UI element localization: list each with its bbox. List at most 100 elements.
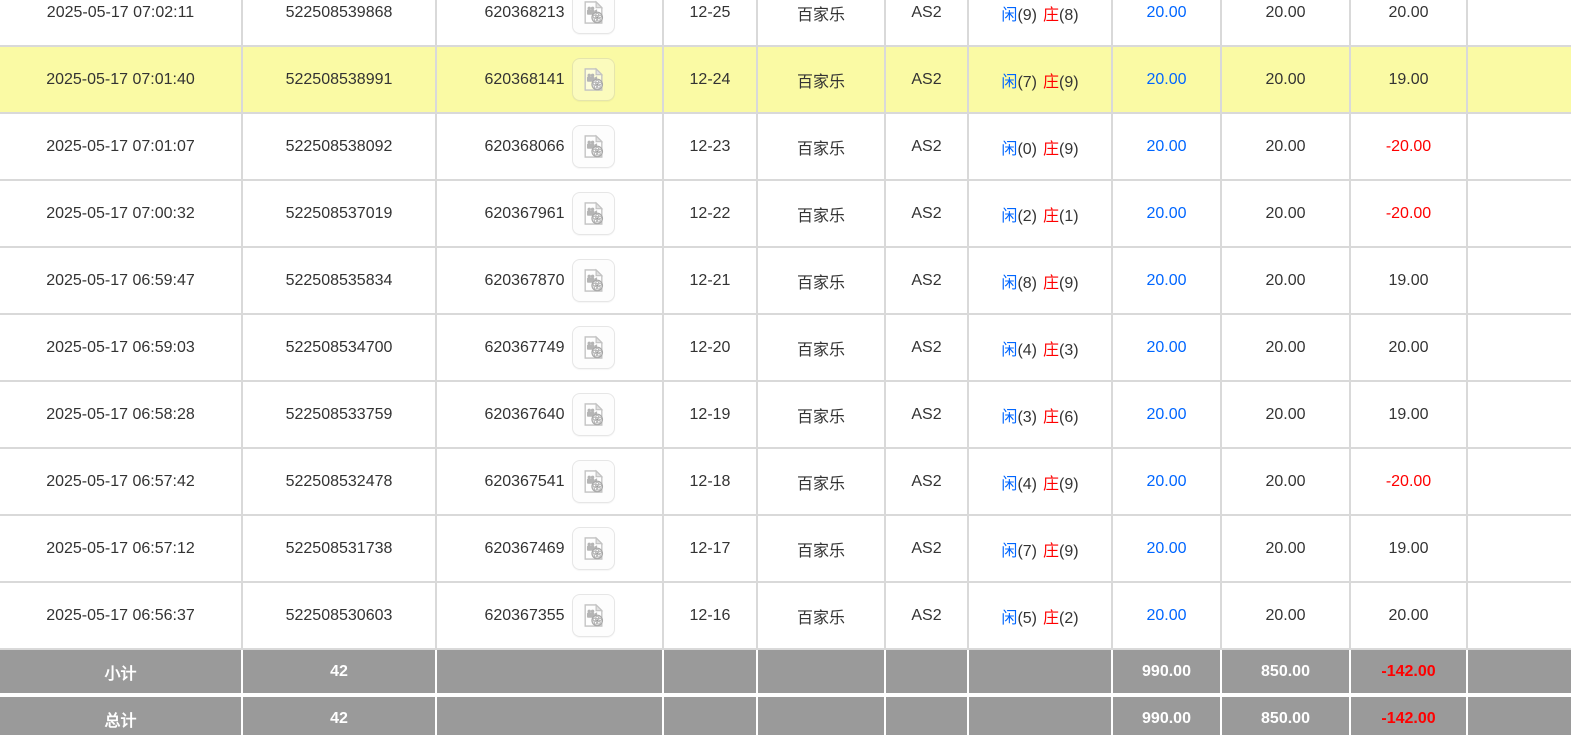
game-type: 百家乐 bbox=[758, 449, 886, 514]
player-label: 闲 bbox=[1001, 341, 1018, 359]
table-row[interactable]: 2025-05-17 06:57:42 522508532478 6203675… bbox=[0, 449, 1571, 516]
banker-result: 庄(1) bbox=[1043, 202, 1079, 226]
banker-label: 庄 bbox=[1043, 140, 1060, 158]
valid-amount: 20.00 bbox=[1222, 47, 1351, 112]
table-row[interactable]: 2025-05-17 07:01:40 522508538991 6203681… bbox=[0, 47, 1571, 114]
bet-amount-link[interactable]: 20.00 bbox=[1146, 339, 1186, 357]
banker-score: (6) bbox=[1059, 408, 1079, 426]
game-number: 620368066 bbox=[484, 137, 565, 155]
game-type: 百家乐 bbox=[758, 114, 886, 179]
table-code: AS2 bbox=[886, 315, 969, 380]
bet-number: 522508532478 bbox=[243, 449, 437, 514]
table-code: AS2 bbox=[886, 382, 969, 447]
game-number: 620367469 bbox=[484, 539, 565, 557]
grandtotal-valid-total: 850.00 bbox=[1222, 697, 1351, 735]
subtotal-empty-cell bbox=[969, 650, 1113, 693]
bet-amount-link[interactable]: 20.00 bbox=[1146, 138, 1186, 156]
table-row[interactable]: 2025-05-17 07:02:11 522508539868 6203682… bbox=[0, 0, 1571, 47]
video-replay-button[interactable] bbox=[571, 594, 615, 637]
game-result: 闲(8) 庄(9) bbox=[969, 248, 1113, 313]
bet-number: 522508530603 bbox=[243, 583, 437, 648]
bet-number: 522508535834 bbox=[243, 248, 437, 313]
table-row[interactable]: 2025-05-17 07:01:07 522508538092 6203680… bbox=[0, 114, 1571, 181]
game-number-cell: 620367749 bbox=[437, 315, 664, 380]
bet-time: 2025-05-17 06:57:12 bbox=[0, 516, 243, 581]
bet-amount-link[interactable]: 20.00 bbox=[1146, 607, 1186, 625]
game-number: 620367355 bbox=[484, 606, 565, 624]
game-number: 620367541 bbox=[484, 472, 565, 490]
grandtotal-empty-cell bbox=[664, 697, 758, 735]
banker-score: (2) bbox=[1059, 609, 1079, 627]
game-type: 百家乐 bbox=[758, 583, 886, 648]
video-replay-icon bbox=[584, 268, 603, 292]
player-label: 闲 bbox=[1001, 408, 1018, 426]
video-replay-button[interactable] bbox=[571, 192, 615, 235]
valid-amount: 20.00 bbox=[1222, 0, 1351, 45]
bet-amount-link[interactable]: 20.00 bbox=[1146, 71, 1186, 89]
winloss-amount: -20.00 bbox=[1351, 449, 1468, 514]
grandtotal-empty-cell bbox=[758, 697, 886, 735]
game-result: 闲(5) 庄(2) bbox=[969, 583, 1113, 648]
round-number: 12-19 bbox=[664, 382, 758, 447]
player-result: 闲(3) bbox=[1001, 403, 1037, 427]
winloss-amount: 20.00 bbox=[1351, 583, 1468, 648]
video-replay-button[interactable] bbox=[571, 393, 615, 436]
banker-result: 庄(3) bbox=[1043, 336, 1079, 360]
table-row[interactable]: 2025-05-17 06:59:47 522508535834 6203678… bbox=[0, 248, 1571, 315]
bet-time: 2025-05-17 06:59:47 bbox=[0, 248, 243, 313]
video-replay-button[interactable] bbox=[571, 527, 615, 570]
banker-result: 庄(9) bbox=[1043, 470, 1079, 494]
bet-time: 2025-05-17 06:59:03 bbox=[0, 315, 243, 380]
bet-time: 2025-05-17 07:01:40 bbox=[0, 47, 243, 112]
round-number: 12-18 bbox=[664, 449, 758, 514]
player-result: 闲(0) bbox=[1001, 135, 1037, 159]
banker-label: 庄 bbox=[1043, 542, 1060, 560]
game-number-cell: 620368141 bbox=[437, 47, 664, 112]
table-row[interactable]: 2025-05-17 06:59:03 522508534700 6203677… bbox=[0, 315, 1571, 382]
bet-amount-link[interactable]: 20.00 bbox=[1146, 406, 1186, 424]
round-number: 12-16 bbox=[664, 583, 758, 648]
table-row[interactable]: 2025-05-17 07:00:32 522508537019 6203679… bbox=[0, 181, 1571, 248]
round-number: 12-25 bbox=[664, 0, 758, 45]
bet-amount-cell: 20.00 bbox=[1113, 0, 1222, 45]
player-score: (8) bbox=[1017, 274, 1037, 292]
bet-amount-link[interactable]: 20.00 bbox=[1146, 4, 1186, 22]
bet-amount-cell: 20.00 bbox=[1113, 516, 1222, 581]
bet-amount-link[interactable]: 20.00 bbox=[1146, 272, 1186, 290]
video-replay-icon bbox=[584, 201, 603, 225]
banker-score: (9) bbox=[1059, 274, 1079, 292]
game-type: 百家乐 bbox=[758, 248, 886, 313]
extra-cell bbox=[1468, 583, 1571, 648]
banker-score: (1) bbox=[1059, 207, 1079, 225]
game-number: 620368213 bbox=[484, 3, 565, 21]
video-replay-icon bbox=[584, 603, 603, 627]
player-score: (5) bbox=[1017, 609, 1037, 627]
game-result: 闲(4) 庄(9) bbox=[969, 449, 1113, 514]
table-row[interactable]: 2025-05-17 06:58:28 522508533759 6203676… bbox=[0, 382, 1571, 449]
bet-amount-link[interactable]: 20.00 bbox=[1146, 473, 1186, 491]
video-replay-button[interactable] bbox=[571, 259, 615, 302]
bet-time: 2025-05-17 06:56:37 bbox=[0, 583, 243, 648]
bet-amount-link[interactable]: 20.00 bbox=[1146, 205, 1186, 223]
table-row[interactable]: 2025-05-17 06:57:12 522508531738 6203674… bbox=[0, 516, 1571, 583]
player-score: (7) bbox=[1017, 542, 1037, 560]
player-score: (7) bbox=[1017, 73, 1037, 91]
table-code: AS2 bbox=[886, 47, 969, 112]
game-type: 百家乐 bbox=[758, 181, 886, 246]
extra-cell bbox=[1468, 0, 1571, 45]
video-replay-button[interactable] bbox=[571, 58, 615, 101]
game-number-cell: 620367355 bbox=[437, 583, 664, 648]
table-row[interactable]: 2025-05-17 06:56:37 522508530603 6203673… bbox=[0, 583, 1571, 650]
banker-result: 庄(9) bbox=[1043, 269, 1079, 293]
video-replay-button[interactable] bbox=[571, 460, 615, 503]
winloss-amount: -20.00 bbox=[1351, 114, 1468, 179]
video-replay-button[interactable] bbox=[571, 326, 615, 369]
video-replay-button[interactable] bbox=[571, 125, 615, 168]
game-number: 620367961 bbox=[484, 204, 565, 222]
video-replay-button[interactable] bbox=[571, 0, 615, 34]
winloss-amount: 20.00 bbox=[1351, 0, 1468, 45]
bet-amount-link[interactable]: 20.00 bbox=[1146, 540, 1186, 558]
extra-cell bbox=[1468, 516, 1571, 581]
subtotal-empty-cell bbox=[1468, 650, 1571, 693]
game-number: 620367749 bbox=[484, 338, 565, 356]
